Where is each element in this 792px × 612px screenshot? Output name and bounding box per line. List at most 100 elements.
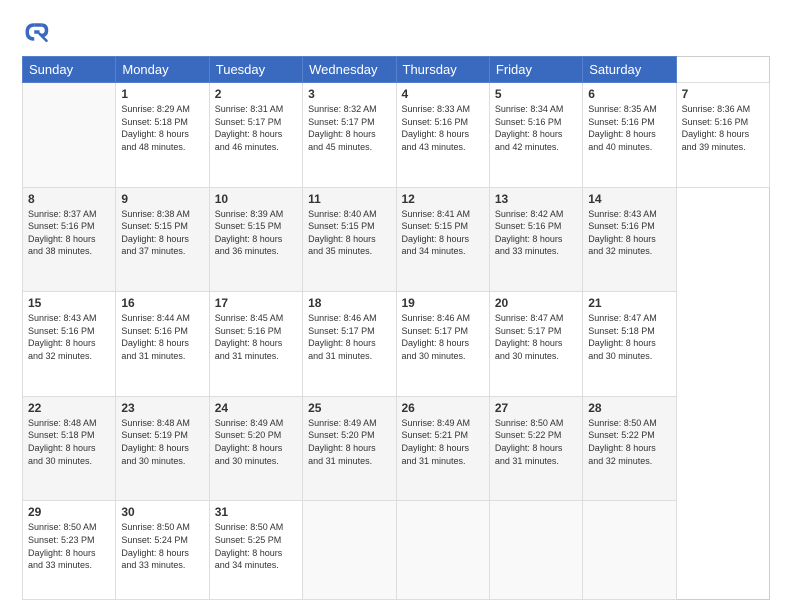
day-number: 7 <box>682 87 764 101</box>
day-header-saturday: Saturday <box>583 57 676 83</box>
calendar-cell: 7 Sunrise: 8:36 AM Sunset: 5:16 PM Daylig… <box>676 83 769 188</box>
calendar-week-row: 8 Sunrise: 8:37 AM Sunset: 5:16 PM Daylig… <box>23 187 770 292</box>
day-number: 30 <box>121 505 203 519</box>
day-info: Sunrise: 8:48 AM Sunset: 5:18 PM Dayligh… <box>28 417 110 467</box>
calendar-cell: 29 Sunrise: 8:50 AM Sunset: 5:23 PM Dayli… <box>23 501 116 600</box>
day-number: 20 <box>495 296 577 310</box>
day-number: 14 <box>588 192 670 206</box>
calendar-cell: 6 Sunrise: 8:35 AM Sunset: 5:16 PM Daylig… <box>583 83 676 188</box>
calendar-cell: 17Sunrise: 8:45 AM Sunset: 5:16 PM Dayli… <box>209 292 302 397</box>
calendar-cell: 1 Sunrise: 8:29 AM Sunset: 5:18 PM Daylig… <box>116 83 209 188</box>
day-info: Sunrise: 8:46 AM Sunset: 5:17 PM Dayligh… <box>402 312 484 362</box>
calendar-cell <box>303 501 396 600</box>
day-info: Sunrise: 8:41 AM Sunset: 5:15 PM Dayligh… <box>402 208 484 258</box>
calendar-cell: 26 Sunrise: 8:49 AM Sunset: 5:21 PM Dayli… <box>396 396 489 501</box>
header <box>22 18 770 46</box>
day-number: 17 <box>215 296 297 310</box>
day-info: Sunrise: 8:50 AM Sunset: 5:22 PM Dayligh… <box>495 417 577 467</box>
day-number: 3 <box>308 87 390 101</box>
calendar-cell: 16Sunrise: 8:44 AM Sunset: 5:16 PM Dayli… <box>116 292 209 397</box>
day-number: 23 <box>121 401 203 415</box>
day-info: Sunrise: 8:40 AM Sunset: 5:15 PM Dayligh… <box>308 208 390 258</box>
calendar-cell <box>23 83 116 188</box>
calendar-week-row: 22 Sunrise: 8:48 AM Sunset: 5:18 PM Dayli… <box>23 396 770 501</box>
calendar-cell: 23 Sunrise: 8:48 AM Sunset: 5:19 PM Dayli… <box>116 396 209 501</box>
day-info: Sunrise: 8:48 AM Sunset: 5:19 PM Dayligh… <box>121 417 203 467</box>
day-number: 15 <box>28 296 110 310</box>
day-number: 19 <box>402 296 484 310</box>
day-info: Sunrise: 8:37 AM Sunset: 5:16 PM Dayligh… <box>28 208 110 258</box>
day-header-monday: Monday <box>116 57 209 83</box>
calendar-cell: 4Sunrise: 8:33 AM Sunset: 5:16 PM Daylig… <box>396 83 489 188</box>
day-number: 1 <box>121 87 203 101</box>
day-number: 18 <box>308 296 390 310</box>
day-number: 2 <box>215 87 297 101</box>
day-number: 22 <box>28 401 110 415</box>
day-info: Sunrise: 8:46 AM Sunset: 5:17 PM Dayligh… <box>308 312 390 362</box>
day-number: 26 <box>402 401 484 415</box>
day-number: 10 <box>215 192 297 206</box>
day-header-friday: Friday <box>489 57 582 83</box>
day-info: Sunrise: 8:47 AM Sunset: 5:18 PM Dayligh… <box>588 312 670 362</box>
calendar-cell: 14 Sunrise: 8:43 AM Sunset: 5:16 PM Dayli… <box>583 187 676 292</box>
day-info: Sunrise: 8:49 AM Sunset: 5:20 PM Dayligh… <box>308 417 390 467</box>
calendar-cell: 8 Sunrise: 8:37 AM Sunset: 5:16 PM Daylig… <box>23 187 116 292</box>
calendar-table: SundayMondayTuesdayWednesdayThursdayFrid… <box>22 56 770 600</box>
day-number: 11 <box>308 192 390 206</box>
day-info: Sunrise: 8:34 AM Sunset: 5:16 PM Dayligh… <box>495 103 577 153</box>
day-header-sunday: Sunday <box>23 57 116 83</box>
day-number: 5 <box>495 87 577 101</box>
calendar-cell: 5 Sunrise: 8:34 AM Sunset: 5:16 PM Daylig… <box>489 83 582 188</box>
day-info: Sunrise: 8:50 AM Sunset: 5:24 PM Dayligh… <box>121 521 203 571</box>
calendar-cell: 25 Sunrise: 8:49 AM Sunset: 5:20 PM Dayli… <box>303 396 396 501</box>
calendar-cell: 10Sunrise: 8:39 AM Sunset: 5:15 PM Dayli… <box>209 187 302 292</box>
day-header-thursday: Thursday <box>396 57 489 83</box>
calendar-cell: 21 Sunrise: 8:47 AM Sunset: 5:18 PM Dayli… <box>583 292 676 397</box>
calendar-cell: 24Sunrise: 8:49 AM Sunset: 5:20 PM Dayli… <box>209 396 302 501</box>
day-header-tuesday: Tuesday <box>209 57 302 83</box>
day-number: 6 <box>588 87 670 101</box>
day-number: 31 <box>215 505 297 519</box>
calendar-cell: 22 Sunrise: 8:48 AM Sunset: 5:18 PM Dayli… <box>23 396 116 501</box>
day-number: 16 <box>121 296 203 310</box>
calendar-header-row: SundayMondayTuesdayWednesdayThursdayFrid… <box>23 57 770 83</box>
day-number: 25 <box>308 401 390 415</box>
calendar-cell: 15 Sunrise: 8:43 AM Sunset: 5:16 PM Dayli… <box>23 292 116 397</box>
day-info: Sunrise: 8:29 AM Sunset: 5:18 PM Dayligh… <box>121 103 203 153</box>
calendar-cell: 30 Sunrise: 8:50 AM Sunset: 5:24 PM Dayli… <box>116 501 209 600</box>
day-info: Sunrise: 8:50 AM Sunset: 5:23 PM Dayligh… <box>28 521 110 571</box>
day-info: Sunrise: 8:43 AM Sunset: 5:16 PM Dayligh… <box>28 312 110 362</box>
calendar-cell: 20 Sunrise: 8:47 AM Sunset: 5:17 PM Dayli… <box>489 292 582 397</box>
day-info: Sunrise: 8:50 AM Sunset: 5:22 PM Dayligh… <box>588 417 670 467</box>
calendar-cell: 31 Sunrise: 8:50 AM Sunset: 5:25 PM Dayli… <box>209 501 302 600</box>
day-number: 13 <box>495 192 577 206</box>
calendar-cell: 12 Sunrise: 8:41 AM Sunset: 5:15 PM Dayli… <box>396 187 489 292</box>
day-number: 9 <box>121 192 203 206</box>
calendar-cell: 19 Sunrise: 8:46 AM Sunset: 5:17 PM Dayli… <box>396 292 489 397</box>
calendar-week-row: 15 Sunrise: 8:43 AM Sunset: 5:16 PM Dayli… <box>23 292 770 397</box>
calendar-week-row: 29 Sunrise: 8:50 AM Sunset: 5:23 PM Dayli… <box>23 501 770 600</box>
day-info: Sunrise: 8:35 AM Sunset: 5:16 PM Dayligh… <box>588 103 670 153</box>
calendar-cell <box>396 501 489 600</box>
day-number: 21 <box>588 296 670 310</box>
day-info: Sunrise: 8:31 AM Sunset: 5:17 PM Dayligh… <box>215 103 297 153</box>
calendar-week-row: 1 Sunrise: 8:29 AM Sunset: 5:18 PM Daylig… <box>23 83 770 188</box>
day-info: Sunrise: 8:42 AM Sunset: 5:16 PM Dayligh… <box>495 208 577 258</box>
calendar-cell <box>583 501 676 600</box>
day-info: Sunrise: 8:36 AM Sunset: 5:16 PM Dayligh… <box>682 103 764 153</box>
day-info: Sunrise: 8:43 AM Sunset: 5:16 PM Dayligh… <box>588 208 670 258</box>
calendar-cell: 9Sunrise: 8:38 AM Sunset: 5:15 PM Daylig… <box>116 187 209 292</box>
day-number: 28 <box>588 401 670 415</box>
day-number: 8 <box>28 192 110 206</box>
day-number: 29 <box>28 505 110 519</box>
calendar-cell: 28 Sunrise: 8:50 AM Sunset: 5:22 PM Dayli… <box>583 396 676 501</box>
day-number: 24 <box>215 401 297 415</box>
day-info: Sunrise: 8:47 AM Sunset: 5:17 PM Dayligh… <box>495 312 577 362</box>
calendar-cell: 18 Sunrise: 8:46 AM Sunset: 5:17 PM Dayli… <box>303 292 396 397</box>
day-header-wednesday: Wednesday <box>303 57 396 83</box>
day-number: 12 <box>402 192 484 206</box>
day-info: Sunrise: 8:50 AM Sunset: 5:25 PM Dayligh… <box>215 521 297 571</box>
logo <box>22 18 54 46</box>
day-info: Sunrise: 8:49 AM Sunset: 5:21 PM Dayligh… <box>402 417 484 467</box>
calendar-cell: 13 Sunrise: 8:42 AM Sunset: 5:16 PM Dayli… <box>489 187 582 292</box>
